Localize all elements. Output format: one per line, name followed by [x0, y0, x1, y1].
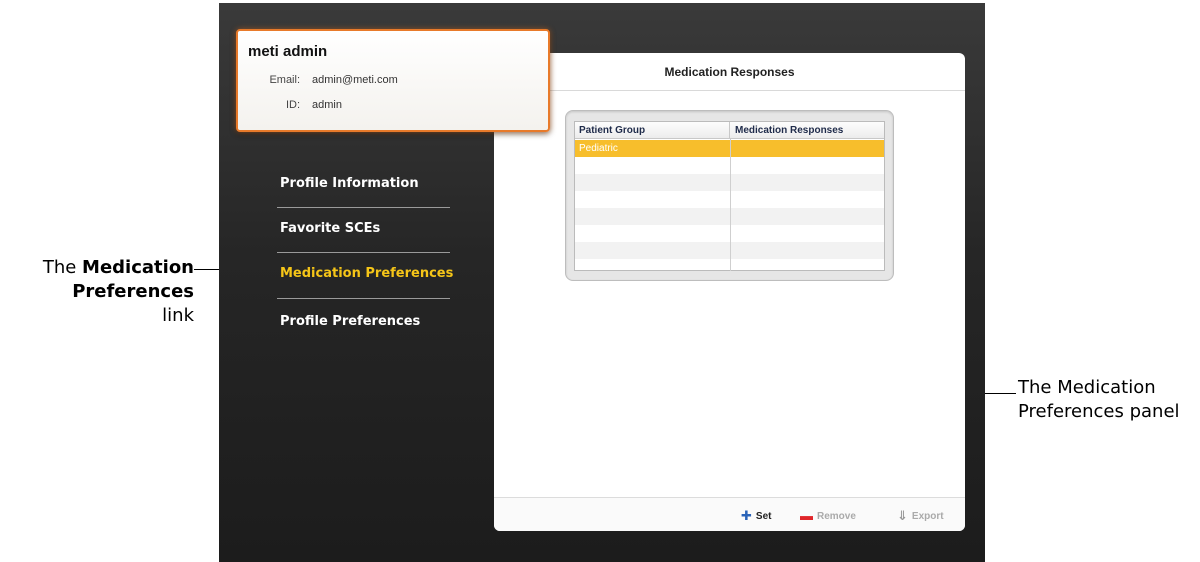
profile-id-row: ID: admin	[250, 99, 342, 111]
email-value: admin@meti.com	[312, 74, 398, 86]
set-button[interactable]: ✚ Set	[741, 508, 771, 524]
cell-medication-responses	[731, 140, 886, 157]
annotation-medication-preferences-link: The Medication Preferences link	[0, 256, 194, 328]
nav-separator	[277, 298, 450, 299]
down-arrow-icon: ⇓	[897, 508, 908, 523]
column-header-patient-group[interactable]: Patient Group	[575, 122, 730, 139]
nav-favorite-sces[interactable]: Favorite SCEs	[280, 221, 380, 236]
table-frame: Patient Group Medication Responses Pedia…	[565, 110, 894, 281]
table-header: Patient Group Medication Responses	[575, 122, 884, 139]
nav-separator	[277, 207, 450, 208]
profile-email-row: Email: admin@meti.com	[250, 74, 398, 86]
remove-label: Remove	[817, 511, 856, 522]
column-header-medication-responses[interactable]: Medication Responses	[731, 122, 886, 139]
minus-icon: ▬	[800, 508, 813, 523]
annotation-medication-preferences-panel: The Medication Preferences panel	[1018, 377, 1180, 422]
annotation-left-prefix: The	[42, 257, 77, 278]
profile-card: meti admin Email: admin@meti.com ID: admin	[236, 29, 550, 132]
cell-patient-group: Pediatric	[579, 143, 618, 154]
plus-icon: ✚	[741, 508, 752, 523]
nav-profile-preferences[interactable]: Profile Preferences	[280, 314, 420, 329]
medication-responses-table[interactable]: Patient Group Medication Responses Pedia…	[574, 121, 885, 271]
column-divider	[730, 139, 731, 271]
set-label: Set	[755, 511, 772, 522]
nav-separator	[277, 252, 450, 253]
panel-title: Medication Responses	[494, 53, 965, 91]
id-label: ID:	[285, 99, 300, 111]
profile-name: meti admin	[248, 43, 328, 60]
medication-preferences-panel: Medication Responses Patient Group Medic…	[494, 53, 965, 531]
annotation-left-bold: Medication Preferences	[72, 257, 194, 302]
export-label: Export	[911, 511, 944, 522]
nav-profile-information[interactable]: Profile Information	[280, 176, 419, 191]
annotation-left-suffix: link	[162, 305, 194, 326]
panel-footer: ✚ Set ▬ Remove ⇓ Export	[494, 497, 965, 531]
nav-medication-preferences[interactable]: Medication Preferences	[280, 266, 453, 281]
remove-button[interactable]: ▬ Remove	[800, 508, 856, 523]
email-label: Email:	[269, 74, 300, 86]
id-value: admin	[312, 99, 342, 111]
export-button[interactable]: ⇓ Export	[897, 508, 944, 524]
